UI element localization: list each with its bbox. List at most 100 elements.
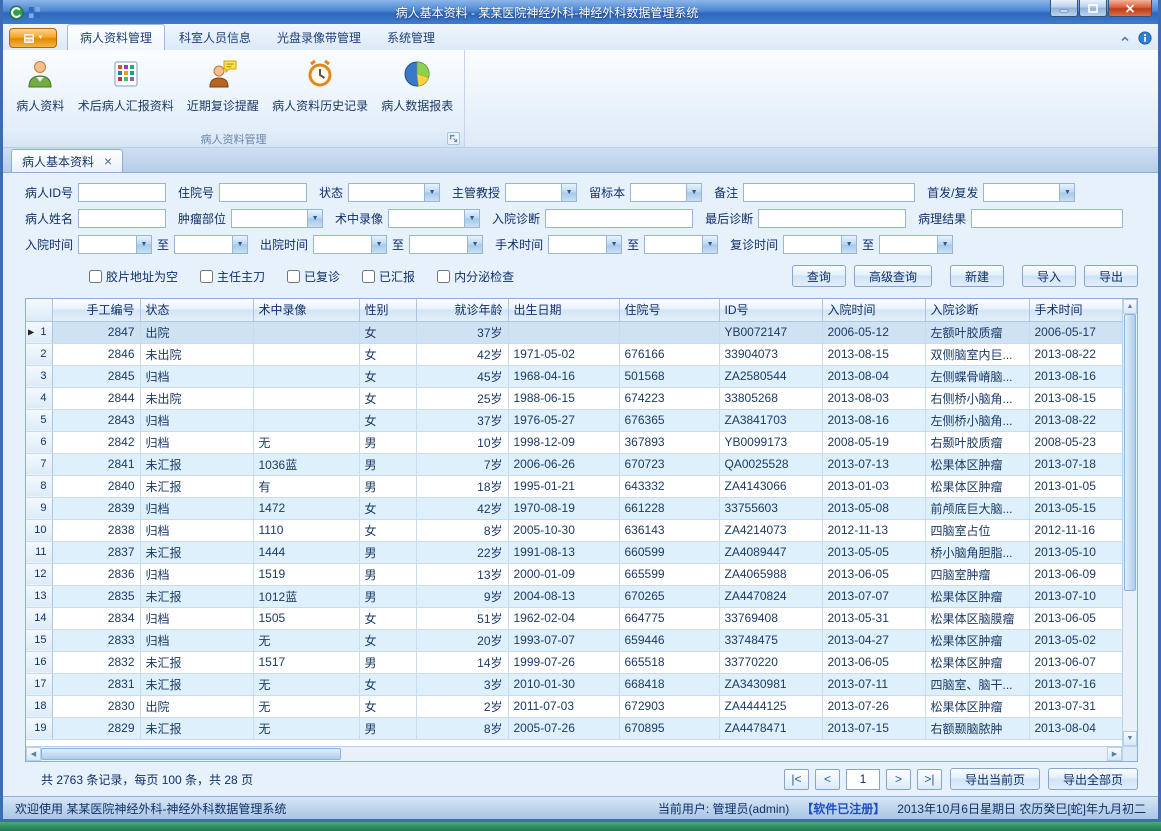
grid-cell[interactable]: 1968-04-16: [508, 365, 619, 387]
column-header[interactable]: 性别: [359, 299, 416, 321]
column-header[interactable]: 状态: [140, 299, 253, 321]
grid-cell[interactable]: 松果体区肿瘤: [925, 629, 1029, 651]
grid-cell[interactable]: 无: [253, 431, 359, 453]
grid-cell[interactable]: 33805268: [719, 387, 822, 409]
checkbox[interactable]: [89, 270, 102, 283]
grid-cell[interactable]: 1971-05-02: [508, 343, 619, 365]
grid-cell[interactable]: 659446: [619, 629, 719, 651]
grid-cell[interactable]: 松果体区脑膜瘤: [925, 607, 1029, 629]
horizontal-scrollbar-track[interactable]: [341, 747, 1107, 761]
grid-cell[interactable]: 未汇报: [140, 541, 253, 563]
grid-row[interactable]: 1▶2847出院女37岁YB00721472006-05-12左额叶胶质瘤200…: [26, 321, 1122, 343]
grid-cell[interactable]: 2005-07-26: [508, 717, 619, 739]
grid-cell[interactable]: [619, 321, 719, 343]
combo-input[interactable]: [349, 184, 424, 201]
grid-cell[interactable]: 1995-01-21: [508, 475, 619, 497]
maximize-button[interactable]: [1079, 0, 1107, 17]
column-header[interactable]: 就诊年龄: [416, 299, 508, 321]
grid-cell[interactable]: ZA4214073: [719, 519, 822, 541]
grid-cell[interactable]: 左侧蝶骨嵴脑...: [925, 365, 1029, 387]
new-button[interactable]: 新建: [950, 265, 1004, 287]
grid-row[interactable]: 142834归档1505女51岁1962-02-0466477533769408…: [26, 607, 1122, 629]
query-button[interactable]: 查询: [792, 265, 846, 287]
column-header[interactable]: 入院时间: [822, 299, 925, 321]
combo-input[interactable]: [784, 236, 841, 253]
grid-cell[interactable]: 男: [359, 475, 416, 497]
grid-cell[interactable]: 无: [253, 717, 359, 739]
grid-cell[interactable]: 2840: [52, 475, 140, 497]
grid-cell[interactable]: 2013-04-27: [822, 629, 925, 651]
info-icon[interactable]: [1138, 31, 1152, 45]
grid-row[interactable]: 182830出院无女2岁2011-07-03672903ZA4444125201…: [26, 695, 1122, 717]
grid-cell[interactable]: ZA3841703: [719, 409, 822, 431]
grid-cell[interactable]: 松果体区肿瘤: [925, 453, 1029, 475]
filter-checkbox[interactable]: 已汇报: [362, 268, 415, 285]
grid-cell[interactable]: 20岁: [416, 629, 508, 651]
grid-cell[interactable]: 左侧桥小脑角...: [925, 409, 1029, 431]
grid-cell[interactable]: 7岁: [416, 453, 508, 475]
grid-cell[interactable]: 松果体区肿瘤: [925, 585, 1029, 607]
grid-cell[interactable]: 2013-05-31: [822, 607, 925, 629]
filter-input[interactable]: [78, 183, 166, 202]
grid-cell[interactable]: 女: [359, 387, 416, 409]
dropdown-button[interactable]: ▼: [467, 236, 482, 253]
first-page-button[interactable]: |<: [784, 769, 809, 790]
grid-cell[interactable]: 右额颞脑脓肿: [925, 717, 1029, 739]
grid-row[interactable]: 32845归档女45岁1968-04-16501568ZA25805442013…: [26, 365, 1122, 387]
grid-cell[interactable]: 676365: [619, 409, 719, 431]
grid-cell[interactable]: 10岁: [416, 431, 508, 453]
grid-cell[interactable]: 2013-05-15: [1029, 497, 1122, 519]
grid-row[interactable]: 122836归档1519男13岁2000-01-09665599ZA406598…: [26, 563, 1122, 585]
grid-cell[interactable]: 2845: [52, 365, 140, 387]
grid-cell[interactable]: 643332: [619, 475, 719, 497]
scroll-up-icon[interactable]: ▲: [1123, 299, 1137, 314]
grid-cell[interactable]: [253, 365, 359, 387]
grid-cell[interactable]: 2839: [52, 497, 140, 519]
grid-cell[interactable]: 1999-07-26: [508, 651, 619, 673]
grid-cell[interactable]: 女: [359, 497, 416, 519]
grid-cell[interactable]: 2012-11-16: [1029, 519, 1122, 541]
grid-cell[interactable]: 四脑室、脑干...: [925, 673, 1029, 695]
grid-cell[interactable]: 1519: [253, 563, 359, 585]
prev-page-button[interactable]: <: [815, 769, 840, 790]
grid-cell[interactable]: 松果体区肿瘤: [925, 651, 1029, 673]
grid-cell[interactable]: 男: [359, 541, 416, 563]
grid-cell[interactable]: 665599: [619, 563, 719, 585]
dropdown-button[interactable]: ▼: [232, 236, 247, 253]
grid-cell[interactable]: 2831: [52, 673, 140, 695]
grid-cell[interactable]: [253, 387, 359, 409]
grid-cell[interactable]: 无: [253, 629, 359, 651]
grid-row[interactable]: 172831未汇报无女3岁2010-01-30668418ZA343098120…: [26, 673, 1122, 695]
ribbon-item-pie-chart[interactable]: 病人数据报表: [374, 55, 460, 116]
grid-cell[interactable]: ZA3430981: [719, 673, 822, 695]
grid-cell[interactable]: 1472: [253, 497, 359, 519]
grid-cell[interactable]: 右侧桥小脑角...: [925, 387, 1029, 409]
grid-cell[interactable]: 松果体区肿瘤: [925, 695, 1029, 717]
grid-cell[interactable]: 归档: [140, 607, 253, 629]
grid-cell[interactable]: 1991-08-13: [508, 541, 619, 563]
dropdown-button[interactable]: ▼: [561, 184, 576, 201]
grid-cell[interactable]: 3岁: [416, 673, 508, 695]
column-header[interactable]: 手术时间: [1029, 299, 1122, 321]
tab-patient-basic-info[interactable]: 病人基本资料 ×: [11, 149, 123, 172]
grid-cell[interactable]: 女: [359, 607, 416, 629]
combo-input[interactable]: [79, 236, 136, 253]
grid-cell[interactable]: YB0099173: [719, 431, 822, 453]
grid-cell[interactable]: [253, 343, 359, 365]
dropdown-button[interactable]: ▼: [702, 236, 717, 253]
dropdown-button[interactable]: ▼: [937, 236, 952, 253]
grid-cell[interactable]: 女: [359, 365, 416, 387]
grid-cell[interactable]: 归档: [140, 365, 253, 387]
grid-cell[interactable]: 未出院: [140, 387, 253, 409]
grid-cell[interactable]: 2013-07-15: [822, 717, 925, 739]
grid-cell[interactable]: 归档: [140, 563, 253, 585]
grid-cell[interactable]: 2834: [52, 607, 140, 629]
close-tab-icon[interactable]: ×: [104, 154, 112, 168]
grid-cell[interactable]: 双侧脑室内巨...: [925, 343, 1029, 365]
grid-cell[interactable]: 2013-06-05: [1029, 607, 1122, 629]
grid-cell[interactable]: 1110: [253, 519, 359, 541]
export-current-page-button[interactable]: 导出当前页: [950, 768, 1040, 790]
grid-cell[interactable]: 2010-01-30: [508, 673, 619, 695]
grid-cell[interactable]: 1976-05-27: [508, 409, 619, 431]
grid-cell[interactable]: 2829: [52, 717, 140, 739]
